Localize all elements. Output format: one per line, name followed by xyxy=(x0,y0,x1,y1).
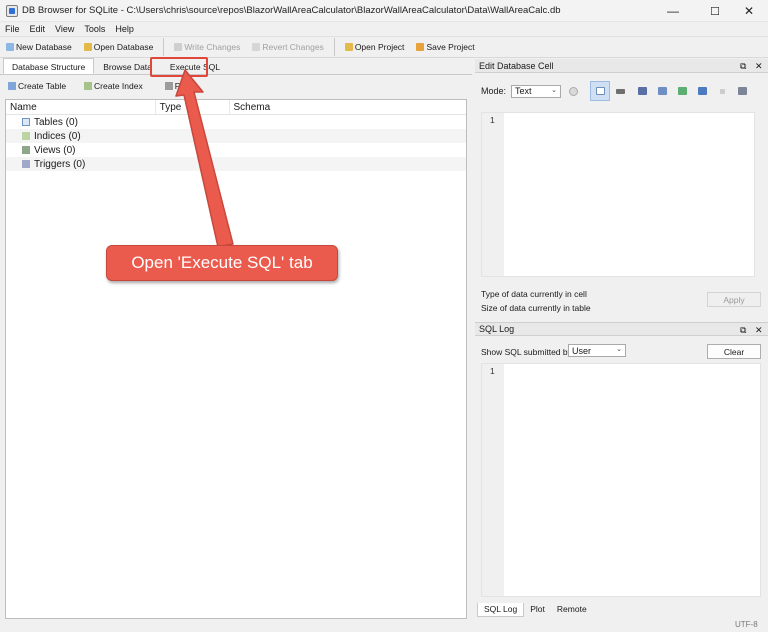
import-icon[interactable] xyxy=(632,81,652,101)
save-project-button[interactable]: Save Project xyxy=(410,38,480,56)
create-table-icon xyxy=(8,82,16,90)
clear-icon[interactable] xyxy=(712,81,732,101)
view-image-icon[interactable] xyxy=(692,81,712,101)
print-icon xyxy=(164,82,173,90)
tree-row-indices[interactable]: Indices (0) xyxy=(6,129,466,143)
print-cell-icon[interactable] xyxy=(732,81,752,101)
column-name[interactable]: Name xyxy=(6,100,156,114)
execute-sql-highlight xyxy=(150,57,208,77)
sql-log-view[interactable]: 1 xyxy=(481,363,761,597)
save-project-icon xyxy=(416,43,425,51)
close-dock-icon[interactable]: ✕ xyxy=(755,323,763,337)
close-dock-icon[interactable]: ✕ xyxy=(755,59,763,73)
mode-row: Mode: Text ⌄ xyxy=(481,82,579,100)
cell-type-info: Type of data currently in cell xyxy=(481,289,587,299)
tree-row-triggers[interactable]: Triggers (0) xyxy=(6,157,466,171)
sql-log-gutter: 1 xyxy=(482,364,504,596)
dock-tabs: SQL Log Plot Remote xyxy=(477,603,593,617)
revert-changes-icon xyxy=(252,43,261,51)
cell-editor-toolbar xyxy=(590,81,752,101)
column-type[interactable]: Type xyxy=(156,100,230,114)
view-icon xyxy=(22,146,30,154)
edit-cell-header: Edit Database Cell ⧉ ✕ xyxy=(475,59,768,73)
tab-database-structure[interactable]: Database Structure xyxy=(3,58,95,74)
edit-cell-title: Edit Database Cell xyxy=(479,60,554,71)
window-title: DB Browser for SQLite - C:\Users\chris\s… xyxy=(22,5,561,16)
mode-label: Mode: xyxy=(481,86,507,96)
mode-select[interactable]: Text ⌄ xyxy=(511,84,562,98)
new-database-icon xyxy=(6,43,14,51)
main-tabs: Database Structure Browse Data Execute S… xyxy=(0,58,472,75)
clear-log-button[interactable]: Clear xyxy=(707,344,761,359)
menu-view[interactable]: View xyxy=(50,24,79,34)
apply-button[interactable]: Apply xyxy=(707,292,761,307)
callout-text: Open 'Execute SQL' tab xyxy=(131,253,313,272)
status-bar: UTF-8 xyxy=(0,620,768,632)
print-button[interactable]: Print xyxy=(161,81,200,91)
tab-sql-log[interactable]: SQL Log xyxy=(477,603,525,617)
chevron-down-icon: ⌄ xyxy=(551,86,558,94)
minimize-button[interactable]: — xyxy=(654,0,692,22)
cell-editor[interactable]: 1 xyxy=(481,112,755,277)
schema-tree[interactable]: Name Type Schema Tables (0) Indices (0) … xyxy=(5,99,467,619)
structure-toolbar: Create Table Create Index Print xyxy=(0,75,472,97)
toolbar-separator xyxy=(163,38,165,56)
sql-log-title: SQL Log xyxy=(479,324,515,334)
open-database-button[interactable]: Open Database xyxy=(78,38,160,56)
toolbar-separator xyxy=(333,38,335,56)
float-dock-icon[interactable]: ⧉ xyxy=(740,323,746,337)
write-changes-icon xyxy=(174,43,183,51)
sql-source-select[interactable]: User ⌄ xyxy=(568,344,626,357)
tab-plot[interactable]: Plot xyxy=(524,603,551,617)
database-structure-panel: Create Table Create Index Print Name Typ… xyxy=(0,75,472,622)
sql-log-header: SQL Log ⧉ ✕ xyxy=(475,322,768,336)
open-project-button[interactable]: Open Project xyxy=(339,38,411,56)
create-table-button[interactable]: Create Table xyxy=(4,81,74,91)
title-bar: DB Browser for SQLite - C:\Users\chris\s… xyxy=(0,0,768,22)
new-database-button[interactable]: New Database xyxy=(0,38,78,56)
open-project-icon xyxy=(344,43,353,51)
tree-row-views[interactable]: Views (0) xyxy=(6,143,466,157)
set-null-icon[interactable] xyxy=(672,81,692,101)
open-database-icon xyxy=(83,43,92,51)
table-icon xyxy=(22,118,30,126)
word-wrap-icon[interactable] xyxy=(590,81,610,101)
auto-switch-icon[interactable] xyxy=(569,86,579,96)
app-icon xyxy=(6,4,18,17)
cell-size-info: Size of data currently in table xyxy=(481,303,591,313)
annotation-callout: Open 'Execute SQL' tab xyxy=(106,245,338,281)
menu-tools[interactable]: Tools xyxy=(79,24,110,34)
revert-changes-button[interactable]: Revert Changes xyxy=(246,38,329,56)
menu-file[interactable]: File xyxy=(0,24,25,34)
cell-editor-gutter: 1 xyxy=(482,113,504,276)
index-icon xyxy=(22,132,30,140)
show-sql-label: Show SQL submitted by xyxy=(481,347,572,357)
create-index-icon xyxy=(84,82,93,90)
tab-remote[interactable]: Remote xyxy=(551,603,593,617)
tree-header: Name Type Schema xyxy=(6,100,466,115)
menu-bar: File Edit View Tools Help xyxy=(0,22,768,36)
write-changes-button[interactable]: Write Changes xyxy=(168,38,246,56)
chevron-down-icon: ⌄ xyxy=(616,346,622,353)
menu-edit[interactable]: Edit xyxy=(25,24,51,34)
main-toolbar: New Database Open Database Write Changes… xyxy=(0,36,768,58)
maximize-button[interactable]: ☐ xyxy=(696,0,734,22)
export-icon[interactable] xyxy=(652,81,672,101)
tree-row-tables[interactable]: Tables (0) xyxy=(6,115,466,129)
create-index-button[interactable]: Create Index xyxy=(80,81,151,91)
column-schema[interactable]: Schema xyxy=(230,100,466,114)
trigger-icon xyxy=(22,160,30,168)
auto-format-icon[interactable] xyxy=(610,81,630,101)
encoding-label: UTF-8 xyxy=(735,620,758,629)
menu-help[interactable]: Help xyxy=(110,24,139,34)
float-dock-icon[interactable]: ⧉ xyxy=(740,59,746,73)
close-button[interactable]: ✕ xyxy=(730,0,768,22)
